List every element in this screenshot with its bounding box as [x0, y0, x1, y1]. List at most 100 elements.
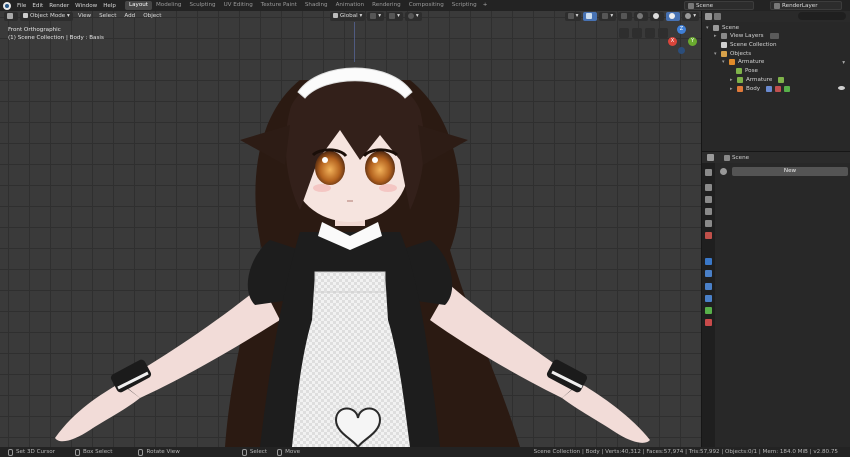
menu-object[interactable]: Object: [140, 12, 164, 21]
scene-icon: [688, 2, 694, 9]
filter-chevron-icon[interactable]: ▾: [842, 60, 845, 66]
grid-view-icon[interactable]: [619, 28, 629, 38]
status-label: Set 3D Cursor: [16, 449, 55, 455]
scene-selector[interactable]: Scene: [684, 1, 754, 10]
view-layer-icon: [774, 2, 780, 9]
outliner-search-input[interactable]: [798, 12, 846, 20]
outliner-row-view-layers[interactable]: ▸ View Layers: [714, 32, 782, 40]
particles-tab-icon[interactable]: [705, 270, 712, 277]
gizmo-y-axis[interactable]: Y: [688, 37, 697, 46]
display-mode-icon[interactable]: [714, 13, 721, 20]
view-layers-icon: [721, 33, 727, 39]
status-label: Rotate View: [146, 449, 180, 455]
menu-view[interactable]: View: [75, 12, 94, 21]
visibility-button[interactable]: ▾: [564, 12, 582, 21]
mouse-left-icon: [8, 448, 13, 456]
properties-editor-icon[interactable]: [707, 154, 714, 161]
add-workspace-button[interactable]: +: [481, 1, 490, 10]
scene-tab-icon[interactable]: [705, 220, 712, 227]
gizmo-z-axis[interactable]: Z: [677, 25, 686, 34]
shading-solid-button[interactable]: [650, 12, 665, 21]
tab-compositing[interactable]: Compositing: [405, 1, 448, 10]
tab-uv-editing[interactable]: UV Editing: [220, 1, 257, 10]
render-tab-icon[interactable]: [705, 184, 712, 191]
status-label: Select: [249, 449, 268, 455]
overlay-toggle-button[interactable]: ▾: [599, 12, 617, 21]
menu-help[interactable]: Help: [100, 3, 119, 9]
properties-header: Scene: [702, 152, 850, 163]
armature-data-icon: [737, 77, 743, 83]
row-label: Scene Collection: [730, 42, 777, 48]
viewport-header: Object Mode ▾ View Select Add Object Glo…: [0, 11, 701, 22]
physics-tab-icon[interactable]: [705, 283, 712, 290]
material-tab-icon[interactable]: [705, 319, 712, 326]
menu-window[interactable]: Window: [72, 3, 100, 9]
tool-tab-icon[interactable]: [705, 169, 712, 176]
outliner-editor-icon[interactable]: [705, 13, 712, 20]
collection-icon: [721, 42, 727, 48]
output-tab-icon[interactable]: [705, 196, 712, 203]
outliner-row-body[interactable]: ▸ Body: [730, 85, 793, 93]
tab-scripting[interactable]: Scripting: [448, 1, 481, 10]
view-layer-tab-icon[interactable]: [705, 208, 712, 215]
status-move: Move: [277, 448, 300, 456]
xray-button[interactable]: [618, 12, 633, 21]
zoom-icon[interactable]: [658, 28, 668, 38]
snap-button[interactable]: ▾: [386, 12, 403, 21]
tab-modeling[interactable]: Modeling: [152, 1, 185, 10]
outliner-row-armature-data[interactable]: ▸ Armature: [730, 76, 787, 84]
menu-render[interactable]: Render: [46, 3, 72, 9]
shading-material-button[interactable]: [666, 12, 681, 21]
tab-layout[interactable]: Layout: [124, 1, 152, 10]
proportional-edit-button[interactable]: ▾: [404, 12, 422, 21]
row-label: Body: [746, 86, 761, 92]
world-tab-icon[interactable]: [705, 232, 712, 239]
outliner-row-scene-collection[interactable]: Scene Collection: [721, 41, 777, 49]
constraints-tab-icon[interactable]: [705, 295, 712, 302]
mode-label: Object Mode: [30, 13, 66, 19]
shading-rendered-button[interactable]: ▾: [682, 12, 699, 21]
modifier-tab-icon[interactable]: [705, 258, 712, 265]
tab-texture-paint[interactable]: Texture Paint: [257, 1, 301, 10]
mode-selector[interactable]: Object Mode ▾: [20, 12, 73, 21]
material-icon: [775, 86, 782, 92]
shading-wireframe-button[interactable]: [634, 12, 649, 21]
menu-add[interactable]: Add: [121, 12, 138, 21]
menu-select[interactable]: Select: [96, 12, 119, 21]
gizmo-toggle-button[interactable]: [583, 12, 598, 21]
mouse-drag-icon: [277, 448, 283, 456]
row-label: View Layers: [730, 33, 764, 39]
mesh-data-icon: [784, 86, 791, 92]
blender-logo-icon[interactable]: [3, 1, 11, 10]
hand-pan-icon[interactable]: [645, 28, 655, 38]
scene-name: Scene: [696, 2, 714, 9]
outliner-row-pose[interactable]: Pose: [736, 67, 758, 75]
outliner-row-scene[interactable]: ▾ Scene: [706, 24, 739, 32]
material-icon: [669, 12, 676, 19]
world-browse-icon[interactable]: [720, 168, 727, 175]
outliner-row-objects[interactable]: ▾ Objects: [714, 50, 751, 58]
view-layer-selector[interactable]: RenderLayer: [770, 1, 842, 10]
menu-edit[interactable]: Edit: [29, 3, 46, 9]
menu-file[interactable]: File: [14, 3, 29, 9]
tab-shading[interactable]: Shading: [301, 1, 332, 10]
camera-view-icon[interactable]: [632, 28, 642, 38]
tab-rendering[interactable]: Rendering: [368, 1, 405, 10]
gizmo-x-axis[interactable]: X: [668, 37, 677, 46]
visibility-eye-icon[interactable]: [838, 86, 845, 90]
navigation-gizmo[interactable]: Z Y X: [668, 25, 698, 59]
view-layer-name: RenderLayer: [782, 2, 818, 9]
new-world-button[interactable]: New: [732, 167, 848, 176]
layer-toggle-icon[interactable]: [769, 33, 779, 39]
character-model: [55, 67, 650, 447]
gizmo-neg-z[interactable]: [678, 47, 685, 54]
outliner-row-armature[interactable]: ▾ Armature: [722, 58, 764, 66]
data-tab-icon[interactable]: [705, 307, 712, 314]
transform-orientation-selector[interactable]: Global ▾: [329, 12, 366, 21]
editor-type-button[interactable]: [4, 12, 18, 21]
tab-sculpting[interactable]: Sculpting: [185, 1, 219, 10]
pivot-button[interactable]: ▾: [367, 12, 385, 21]
tab-animation[interactable]: Animation: [332, 1, 369, 10]
3d-viewport[interactable]: Object Mode ▾ View Select Add Object Glo…: [0, 11, 701, 447]
z-axis-line: [354, 22, 355, 62]
